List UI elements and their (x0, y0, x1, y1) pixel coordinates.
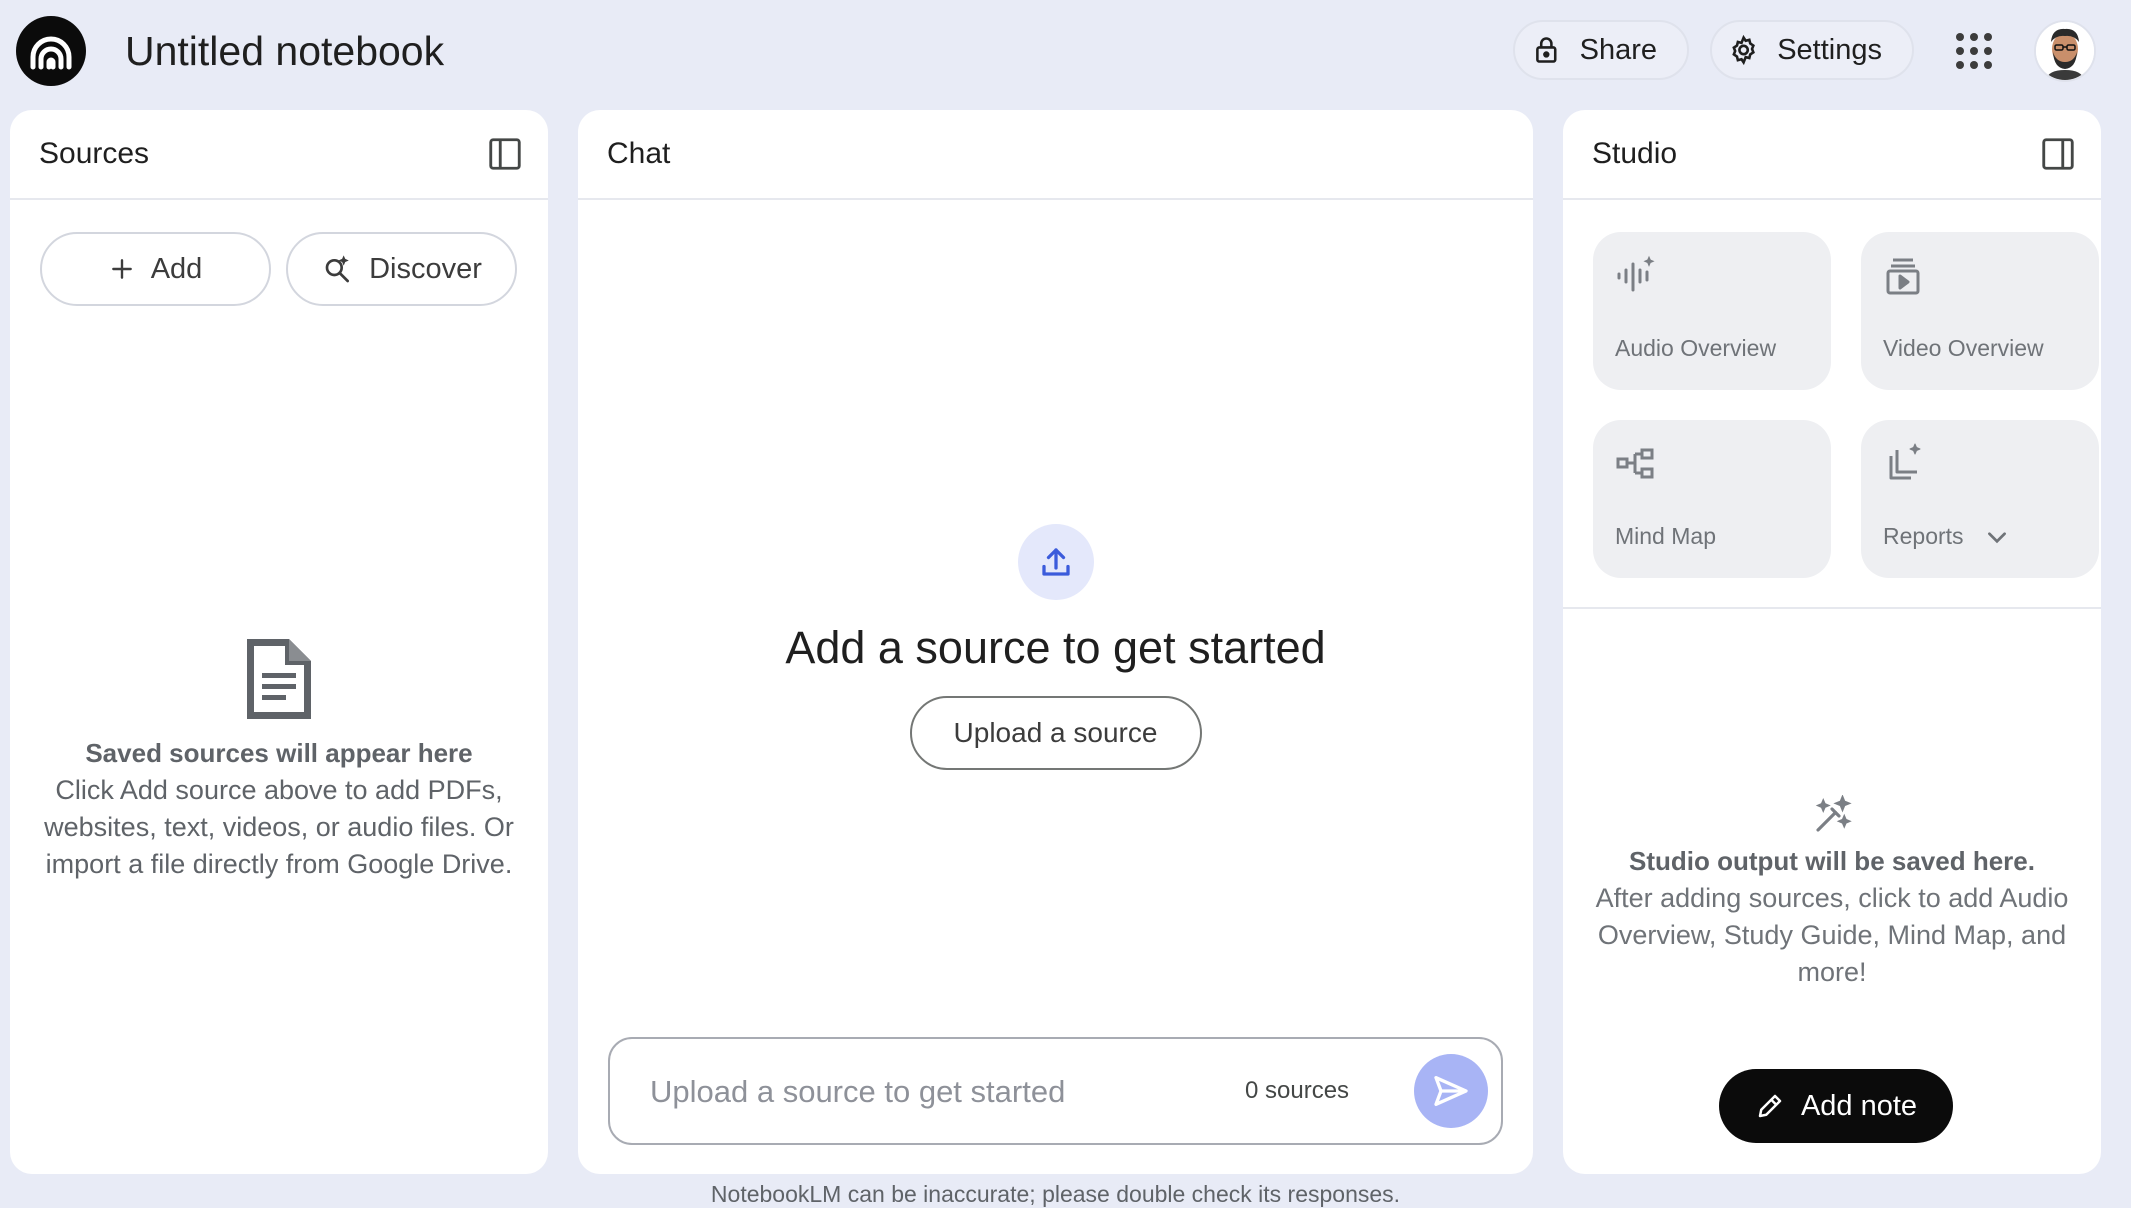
video-icon (1886, 258, 1920, 295)
reports-card[interactable]: Reports (1861, 420, 2099, 578)
reports-label: Reports (1883, 523, 1964, 549)
top-bar: Untitled notebook Share Settings (0, 0, 2131, 104)
reports-icon (1889, 443, 1921, 480)
studio-empty-heading: Studio output will be saved here. (1629, 846, 2035, 876)
chat-input[interactable] (650, 1065, 1190, 1119)
lock-icon (1536, 37, 1557, 63)
notebook-title[interactable]: Untitled notebook (125, 24, 444, 78)
pencil-icon (1758, 1094, 1782, 1118)
magic-wand-icon (1815, 794, 1852, 832)
video-overview-label: Video Overview (1883, 335, 2044, 361)
disclaimer-text: NotebookLM can be inaccurate; please dou… (710, 1181, 1401, 1207)
mind-map-card[interactable]: Mind Map (1593, 420, 1831, 578)
collapse-panel-icon[interactable] (2039, 135, 2077, 173)
chat-header: Chat (578, 110, 1533, 200)
send-icon (1434, 1076, 1468, 1106)
add-note-label: Add note (1800, 1089, 1918, 1122)
sources-empty-heading: Saved sources will appear here (85, 738, 473, 768)
discover-label: Discover (369, 252, 482, 285)
sources-header: Sources (10, 110, 548, 200)
chat-title: Chat (607, 137, 671, 170)
chevron-down-icon[interactable] (1984, 524, 2010, 550)
studio-empty-state: Studio output will be saved here. After … (1563, 794, 2101, 991)
audio-overview-label: Audio Overview (1615, 335, 1777, 361)
studio-panel: Studio Audio Overview Video Overview Min… (1563, 110, 2101, 1174)
discover-button[interactable]: Discover (286, 232, 517, 306)
collapse-panel-icon[interactable] (486, 135, 524, 173)
send-button[interactable] (1414, 1054, 1488, 1128)
chat-input-box: 0 sources (608, 1037, 1503, 1145)
settings-label: Settings (1777, 33, 1882, 66)
sources-panel: Sources Add Discover Saved sources will … (10, 110, 548, 1174)
studio-empty-body: After adding sources, click to add Audio… (1595, 883, 2069, 987)
discover-search-icon (325, 255, 350, 283)
audio-wave-icon (1617, 255, 1655, 292)
audio-overview-card[interactable]: Audio Overview (1593, 232, 1831, 390)
add-note-button[interactable]: Add note (1719, 1069, 1953, 1143)
notebooklm-logo-icon[interactable] (16, 16, 86, 86)
chat-panel: Chat Add a source to get started Upload … (578, 110, 1533, 1174)
studio-divider (1563, 607, 2101, 609)
gear-icon (1732, 34, 1755, 66)
sources-empty-state: Saved sources will appear here Click Add… (10, 635, 548, 883)
source-count: 0 sources (1245, 1077, 1350, 1104)
chat-empty-state: Add a source to get started Upload a sou… (578, 524, 1533, 770)
sources-empty-body: Click Add source above to add PDFs, webs… (44, 775, 514, 879)
apps-grid-icon[interactable] (1954, 31, 1994, 71)
share-button[interactable]: Share (1513, 20, 1689, 80)
studio-title: Studio (1592, 137, 1678, 170)
settings-button[interactable]: Settings (1710, 20, 1914, 80)
sources-title: Sources (39, 137, 150, 170)
share-label: Share (1579, 33, 1657, 66)
video-overview-card[interactable]: Video Overview (1861, 232, 2099, 390)
user-avatar[interactable] (2034, 20, 2096, 82)
studio-header: Studio (1563, 110, 2101, 200)
document-icon (247, 639, 311, 719)
chat-heading: Add a source to get started (785, 622, 1326, 673)
add-source-button[interactable]: Add (40, 232, 271, 306)
upload-source-button[interactable]: Upload a source (909, 696, 1202, 770)
upload-icon[interactable] (1017, 524, 1094, 600)
add-label: Add (150, 252, 203, 285)
mind-map-label: Mind Map (1615, 523, 1716, 549)
plus-icon (111, 259, 132, 279)
mind-map-icon (1616, 448, 1654, 479)
